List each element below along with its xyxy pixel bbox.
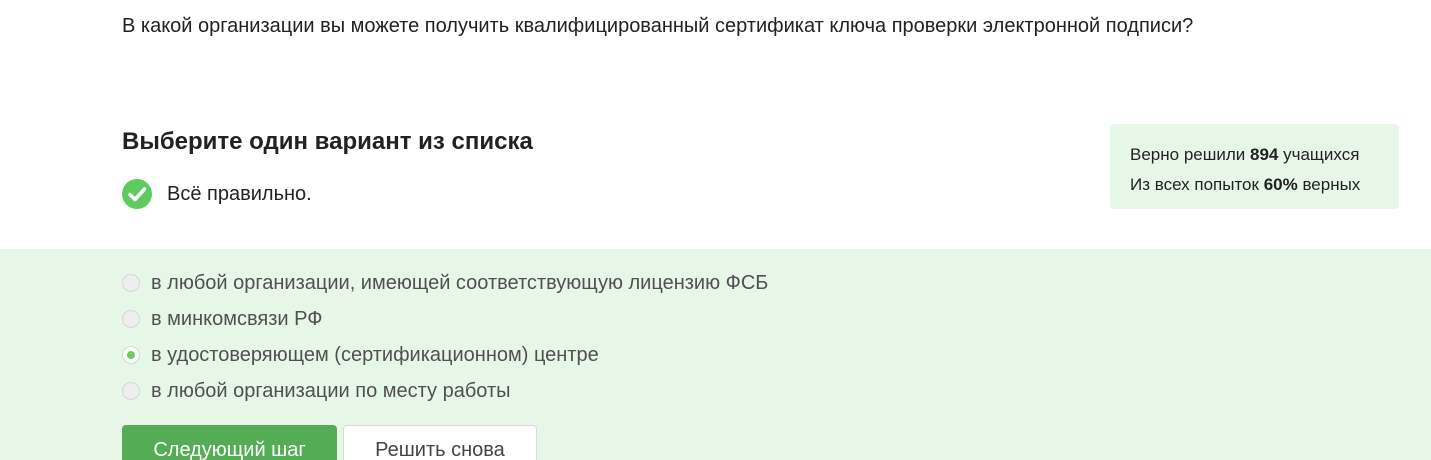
check-circle-icon: [122, 179, 152, 209]
next-step-button[interactable]: Следующий шаг: [122, 425, 337, 460]
solved-count-value: 894: [1250, 145, 1279, 164]
solved-count-suffix: учащихся: [1278, 145, 1360, 164]
radio-button[interactable]: [122, 382, 140, 400]
solved-count-prefix: Верно решили: [1130, 145, 1250, 164]
radio-button[interactable]: [122, 310, 140, 328]
success-rate-value: 60%: [1263, 175, 1298, 194]
answer-option-label: в минкомсвязи РФ: [151, 308, 323, 330]
retry-button[interactable]: Решить снова: [343, 425, 537, 460]
question-text: В какой организации вы можете получить к…: [122, 15, 1194, 37]
answer-option-label: в удостоверяющем (сертификационном) цент…: [151, 344, 599, 366]
radio-button[interactable]: [122, 274, 140, 292]
solved-count-line: Верно решили 894 учащихся: [1130, 140, 1399, 170]
result-status: Всё правильно.: [122, 179, 312, 209]
success-rate-prefix: Из всех попыток: [1130, 175, 1264, 194]
answer-option[interactable]: в любой организации, имеющей соответству…: [122, 271, 768, 295]
answer-option[interactable]: в удостоверяющем (сертификационном) цент…: [122, 343, 599, 367]
success-rate-suffix: верных: [1297, 175, 1361, 194]
answer-option[interactable]: в любой организации по месту работы: [122, 379, 511, 403]
answer-option-label: в любой организации по месту работы: [151, 380, 511, 402]
stats-panel: Верно решили 894 учащихся Из всех попыто…: [1110, 124, 1399, 209]
radio-button-selected[interactable]: [122, 346, 140, 364]
quiz-step-page: В какой организации вы можете получить к…: [0, 0, 1431, 460]
task-heading: Выберите один вариант из списка: [122, 128, 533, 155]
result-text: Всё правильно.: [167, 183, 312, 205]
success-rate-line: Из всех попыток 60% верных: [1130, 170, 1399, 200]
answer-option[interactable]: в минкомсвязи РФ: [122, 307, 322, 331]
answer-option-label: в любой организации, имеющей соответству…: [151, 272, 769, 294]
